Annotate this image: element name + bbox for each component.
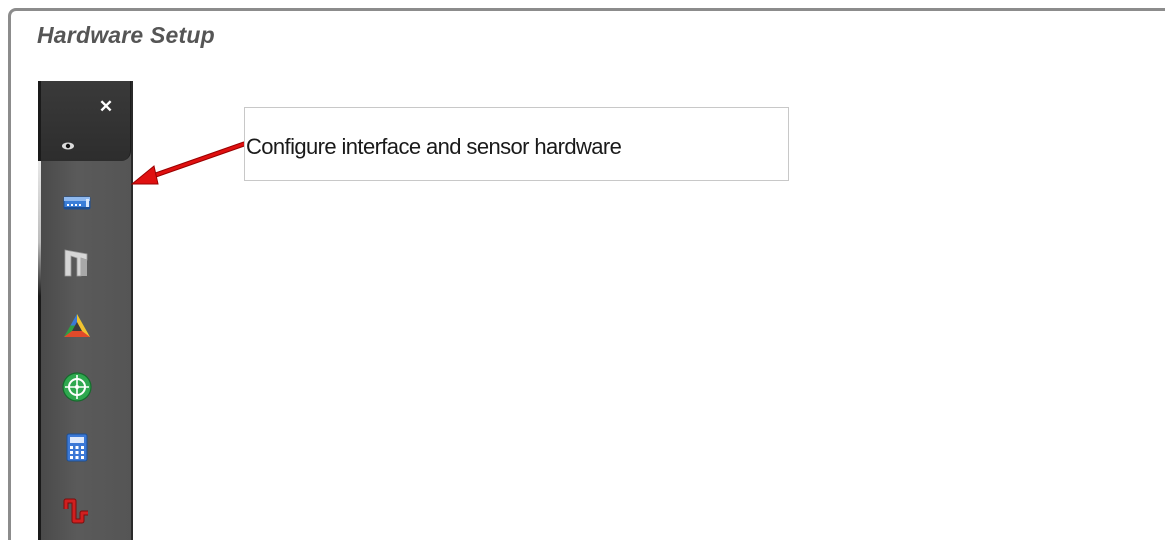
colored-triangle-icon[interactable]: [61, 310, 93, 342]
page-title: Hardware Setup: [37, 22, 215, 48]
help-panel-frame: [8, 8, 1165, 540]
green-target-icon[interactable]: [61, 371, 93, 403]
toolbar-highlight-edge: [38, 161, 41, 296]
red-waveform-icon[interactable]: [61, 493, 93, 525]
interface-hardware-icon[interactable]: [61, 186, 93, 218]
sidebar-toolbar: ✕: [38, 81, 133, 540]
gantry-icon[interactable]: [61, 246, 93, 278]
eye-icon[interactable]: [61, 138, 75, 150]
callout-text: Configure interface and sensor hardware: [246, 134, 622, 159]
callout-box: Configure interface and sensor hardware: [244, 107, 789, 181]
close-icon[interactable]: ✕: [98, 98, 114, 115]
calculator-icon[interactable]: [61, 431, 93, 463]
callout-arrow-icon: [130, 141, 247, 185]
toolbar-header-tab: [41, 81, 131, 161]
